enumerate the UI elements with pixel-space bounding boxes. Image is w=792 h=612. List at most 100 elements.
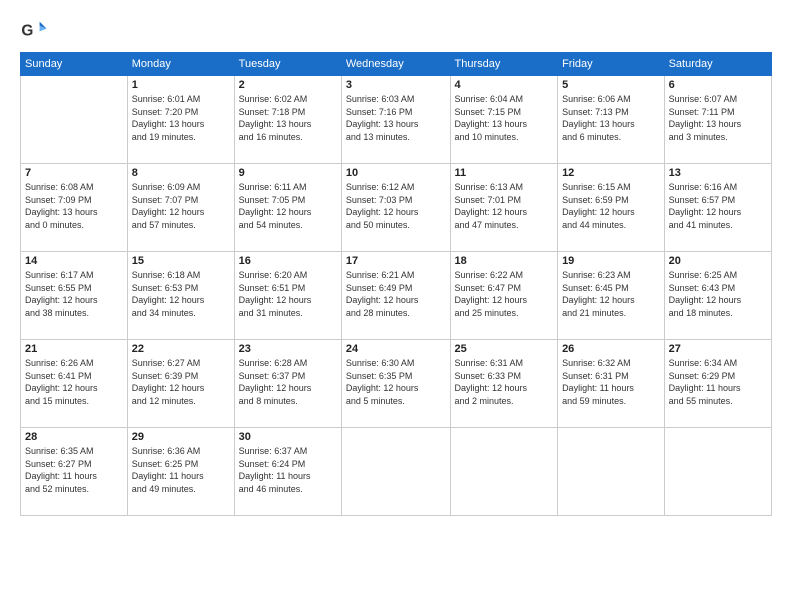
calendar-week-2: 7 Sunrise: 6:08 AM Sunset: 7:09 PM Daylig…: [21, 164, 772, 252]
calendar-cell: 19 Sunrise: 6:23 AM Sunset: 6:45 PM Dayli…: [558, 252, 665, 340]
day-number: 10: [346, 167, 446, 179]
day-number: 22: [132, 343, 230, 355]
day-number: 29: [132, 431, 230, 443]
day-number: 27: [669, 343, 767, 355]
day-info: Sunrise: 6:02 AM Sunset: 7:18 PM Dayligh…: [239, 93, 337, 143]
day-number: 2: [239, 79, 337, 91]
day-number: 14: [25, 255, 123, 267]
day-number: 26: [562, 343, 660, 355]
day-number: 3: [346, 79, 446, 91]
day-number: 7: [25, 167, 123, 179]
day-number: 25: [455, 343, 554, 355]
day-number: 28: [25, 431, 123, 443]
day-info: Sunrise: 6:18 AM Sunset: 6:53 PM Dayligh…: [132, 269, 230, 319]
day-number: 17: [346, 255, 446, 267]
svg-text:G: G: [21, 23, 33, 40]
day-info: Sunrise: 6:04 AM Sunset: 7:15 PM Dayligh…: [455, 93, 554, 143]
day-number: 20: [669, 255, 767, 267]
calendar-cell: 10 Sunrise: 6:12 AM Sunset: 7:03 PM Dayli…: [341, 164, 450, 252]
day-info: Sunrise: 6:34 AM Sunset: 6:29 PM Dayligh…: [669, 357, 767, 407]
day-number: 18: [455, 255, 554, 267]
calendar-cell: 30 Sunrise: 6:37 AM Sunset: 6:24 PM Dayli…: [234, 428, 341, 516]
day-number: 1: [132, 79, 230, 91]
calendar-cell: 22 Sunrise: 6:27 AM Sunset: 6:39 PM Dayli…: [127, 340, 234, 428]
calendar-cell: 9 Sunrise: 6:11 AM Sunset: 7:05 PM Daylig…: [234, 164, 341, 252]
day-info: Sunrise: 6:20 AM Sunset: 6:51 PM Dayligh…: [239, 269, 337, 319]
calendar-week-1: 1 Sunrise: 6:01 AM Sunset: 7:20 PM Daylig…: [21, 76, 772, 164]
day-info: Sunrise: 6:26 AM Sunset: 6:41 PM Dayligh…: [25, 357, 123, 407]
calendar-cell: 16 Sunrise: 6:20 AM Sunset: 6:51 PM Dayli…: [234, 252, 341, 340]
day-info: Sunrise: 6:01 AM Sunset: 7:20 PM Dayligh…: [132, 93, 230, 143]
day-info: Sunrise: 6:21 AM Sunset: 6:49 PM Dayligh…: [346, 269, 446, 319]
day-number: 13: [669, 167, 767, 179]
calendar-cell: [21, 76, 128, 164]
calendar-cell: 17 Sunrise: 6:21 AM Sunset: 6:49 PM Dayli…: [341, 252, 450, 340]
day-info: Sunrise: 6:15 AM Sunset: 6:59 PM Dayligh…: [562, 181, 660, 231]
calendar-header-row: SundayMondayTuesdayWednesdayThursdayFrid…: [21, 53, 772, 76]
day-info: Sunrise: 6:36 AM Sunset: 6:25 PM Dayligh…: [132, 445, 230, 495]
day-info: Sunrise: 6:07 AM Sunset: 7:11 PM Dayligh…: [669, 93, 767, 143]
day-info: Sunrise: 6:16 AM Sunset: 6:57 PM Dayligh…: [669, 181, 767, 231]
calendar-cell: 23Sunrise: 6:28 AM Sunset: 6:37 PM Dayli…: [234, 340, 341, 428]
day-number: 9: [239, 167, 337, 179]
calendar-cell: 24 Sunrise: 6:30 AM Sunset: 6:35 PM Dayli…: [341, 340, 450, 428]
day-info: Sunrise: 6:35 AM Sunset: 6:27 PM Dayligh…: [25, 445, 123, 495]
day-number: 19: [562, 255, 660, 267]
day-header-tuesday: Tuesday: [234, 53, 341, 76]
day-info: Sunrise: 6:37 AM Sunset: 6:24 PM Dayligh…: [239, 445, 337, 495]
day-header-saturday: Saturday: [664, 53, 771, 76]
day-number: 8: [132, 167, 230, 179]
day-number: 6: [669, 79, 767, 91]
calendar-cell: 27 Sunrise: 6:34 AM Sunset: 6:29 PM Dayli…: [664, 340, 771, 428]
day-info: Sunrise: 6:12 AM Sunset: 7:03 PM Dayligh…: [346, 181, 446, 231]
day-info: Sunrise: 6:22 AM Sunset: 6:47 PM Dayligh…: [455, 269, 554, 319]
calendar-cell: 11 Sunrise: 6:13 AM Sunset: 7:01 PM Dayli…: [450, 164, 558, 252]
calendar-cell: 25 Sunrise: 6:31 AM Sunset: 6:33 PM Dayli…: [450, 340, 558, 428]
calendar-cell: 1 Sunrise: 6:01 AM Sunset: 7:20 PM Daylig…: [127, 76, 234, 164]
calendar-cell: 5 Sunrise: 6:06 AM Sunset: 7:13 PM Daylig…: [558, 76, 665, 164]
calendar-cell: 3 Sunrise: 6:03 AM Sunset: 7:16 PM Daylig…: [341, 76, 450, 164]
calendar-cell: 12 Sunrise: 6:15 AM Sunset: 6:59 PM Dayli…: [558, 164, 665, 252]
day-header-sunday: Sunday: [21, 53, 128, 76]
day-info: Sunrise: 6:08 AM Sunset: 7:09 PM Dayligh…: [25, 181, 123, 231]
day-header-monday: Monday: [127, 53, 234, 76]
day-header-thursday: Thursday: [450, 53, 558, 76]
day-info: Sunrise: 6:11 AM Sunset: 7:05 PM Dayligh…: [239, 181, 337, 231]
calendar-cell: 21 Sunrise: 6:26 AM Sunset: 6:41 PM Dayli…: [21, 340, 128, 428]
calendar-cell: 7 Sunrise: 6:08 AM Sunset: 7:09 PM Daylig…: [21, 164, 128, 252]
day-info: Sunrise: 6:23 AM Sunset: 6:45 PM Dayligh…: [562, 269, 660, 319]
day-header-wednesday: Wednesday: [341, 53, 450, 76]
calendar-cell: 18 Sunrise: 6:22 AM Sunset: 6:47 PM Dayli…: [450, 252, 558, 340]
day-number: 16: [239, 255, 337, 267]
day-number: 21: [25, 343, 123, 355]
day-info: Sunrise: 6:13 AM Sunset: 7:01 PM Dayligh…: [455, 181, 554, 231]
day-number: 11: [455, 167, 554, 179]
day-number: 5: [562, 79, 660, 91]
day-info: Sunrise: 6:31 AM Sunset: 6:33 PM Dayligh…: [455, 357, 554, 407]
day-info: Sunrise: 6:09 AM Sunset: 7:07 PM Dayligh…: [132, 181, 230, 231]
calendar-cell: 29 Sunrise: 6:36 AM Sunset: 6:25 PM Dayli…: [127, 428, 234, 516]
logo-icon: G: [20, 16, 48, 44]
calendar-cell: 8 Sunrise: 6:09 AM Sunset: 7:07 PM Daylig…: [127, 164, 234, 252]
day-info: Sunrise: 6:28 AM Sunset: 6:37 PM Dayligh…: [239, 357, 337, 407]
day-info: Sunrise: 6:30 AM Sunset: 6:35 PM Dayligh…: [346, 357, 446, 407]
calendar-cell: 4 Sunrise: 6:04 AM Sunset: 7:15 PM Daylig…: [450, 76, 558, 164]
day-number: 4: [455, 79, 554, 91]
calendar-cell: 26Sunrise: 6:32 AM Sunset: 6:31 PM Dayli…: [558, 340, 665, 428]
day-info: Sunrise: 6:17 AM Sunset: 6:55 PM Dayligh…: [25, 269, 123, 319]
calendar-cell: 2 Sunrise: 6:02 AM Sunset: 7:18 PM Daylig…: [234, 76, 341, 164]
page-header: G: [20, 16, 772, 44]
calendar-cell: 28 Sunrise: 6:35 AM Sunset: 6:27 PM Dayli…: [21, 428, 128, 516]
calendar-cell: 20 Sunrise: 6:25 AM Sunset: 6:43 PM Dayli…: [664, 252, 771, 340]
calendar-week-5: 28 Sunrise: 6:35 AM Sunset: 6:27 PM Dayli…: [21, 428, 772, 516]
day-info: Sunrise: 6:27 AM Sunset: 6:39 PM Dayligh…: [132, 357, 230, 407]
day-info: Sunrise: 6:03 AM Sunset: 7:16 PM Dayligh…: [346, 93, 446, 143]
day-info: Sunrise: 6:25 AM Sunset: 6:43 PM Dayligh…: [669, 269, 767, 319]
day-number: 12: [562, 167, 660, 179]
day-info: Sunrise: 6:06 AM Sunset: 7:13 PM Dayligh…: [562, 93, 660, 143]
logo: G: [20, 16, 52, 44]
day-number: 24: [346, 343, 446, 355]
calendar-cell: [558, 428, 665, 516]
day-number: 30: [239, 431, 337, 443]
calendar-cell: 15Sunrise: 6:18 AM Sunset: 6:53 PM Dayli…: [127, 252, 234, 340]
